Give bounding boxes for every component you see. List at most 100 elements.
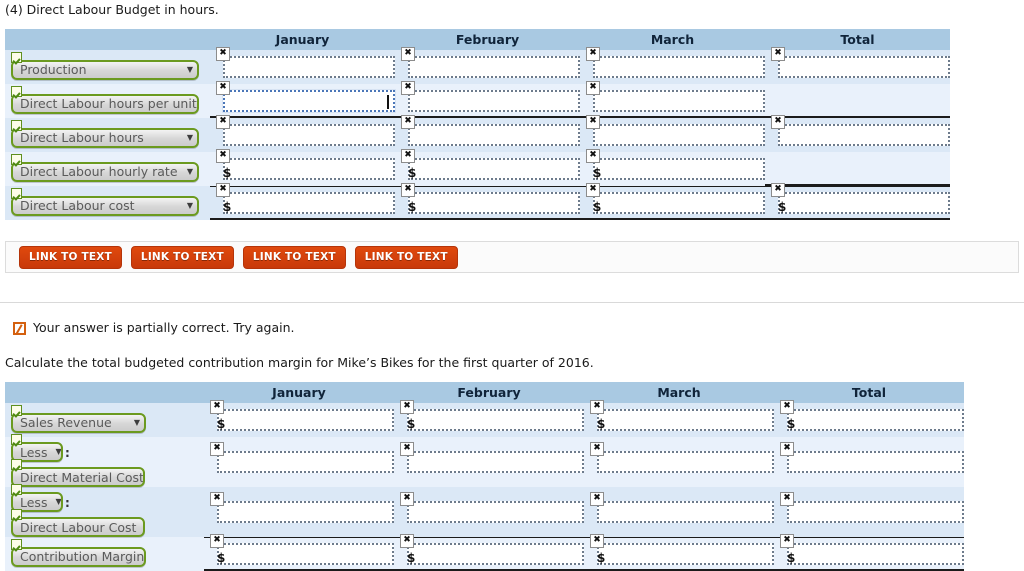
amount-input[interactable] (408, 124, 580, 146)
amount-input[interactable] (597, 451, 774, 473)
amount-input[interactable] (217, 501, 394, 523)
clear-field-icon[interactable]: ✖ (780, 534, 794, 548)
select-control[interactable]: Direct Labour Cost ▼ (11, 517, 145, 537)
select-control[interactable]: Direct Labour hourly rate ▼ (11, 161, 199, 182)
link-to-text-button[interactable]: LINK TO TEXT (354, 245, 458, 269)
clear-field-icon[interactable]: ✖ (401, 81, 415, 95)
amount-input[interactable] (593, 124, 765, 146)
account-select[interactable]: Direct Labour Cost ▼ (11, 509, 145, 537)
clear-field-icon[interactable]: ✖ (780, 492, 794, 506)
amount-input[interactable]: $ (593, 158, 765, 180)
link-to-text-button[interactable]: LINK TO TEXT (130, 245, 234, 269)
amount-cell (765, 152, 950, 186)
clear-field-icon[interactable]: ✖ (771, 47, 785, 61)
select-value: Direct Labour cost (20, 198, 135, 213)
select-control[interactable]: Direct Labour hours ▼ (11, 127, 199, 148)
section-top-prompt: (4) Direct Labour Budget in hours. (5, 2, 219, 17)
account-select[interactable]: Direct Labour hours ▼ (11, 119, 199, 148)
account-select[interactable]: Direct Labour cost ▼ (11, 187, 199, 216)
amount-input[interactable] (223, 124, 395, 146)
clear-field-icon[interactable]: ✖ (210, 534, 224, 548)
clear-field-icon[interactable]: ✖ (586, 115, 600, 129)
amount-input[interactable] (778, 56, 950, 78)
amount-input-wrapper: ✖ (400, 492, 584, 523)
amount-input[interactable] (787, 501, 964, 523)
account-select[interactable]: Sales Revenue ▼ (11, 404, 146, 433)
account-select[interactable]: Direct Material Cost▼ (11, 459, 145, 487)
select-control[interactable]: Direct Material Cost▼ (11, 467, 145, 487)
amount-input[interactable] (787, 451, 964, 473)
clear-field-icon[interactable]: ✖ (401, 149, 415, 163)
clear-field-icon[interactable]: ✖ (590, 492, 604, 506)
row-label-cell: Direct Labour cost ▼ (5, 186, 210, 220)
amount-input[interactable]: $ (407, 543, 584, 565)
clear-field-icon[interactable]: ✖ (210, 442, 224, 456)
select-control[interactable]: Production ▼ (11, 59, 199, 80)
clear-field-icon[interactable]: ✖ (210, 492, 224, 506)
clear-field-icon[interactable]: ✖ (210, 400, 224, 414)
link-to-text-button[interactable]: LINK TO TEXT (242, 245, 346, 269)
select-control[interactable]: Direct Labour hours per unit▼ (11, 93, 199, 114)
amount-input[interactable] (217, 451, 394, 473)
amount-input[interactable]: $ (787, 543, 964, 565)
account-select[interactable]: Direct Labour hourly rate ▼ (11, 153, 199, 182)
select-value: Direct Labour hours (20, 130, 144, 145)
amount-input[interactable] (407, 501, 584, 523)
clear-field-icon[interactable]: ✖ (400, 442, 414, 456)
clear-field-icon[interactable]: ✖ (590, 442, 604, 456)
amount-input[interactable] (593, 90, 765, 112)
clear-field-icon[interactable]: ✖ (586, 47, 600, 61)
separator: : (65, 495, 70, 510)
clear-field-icon[interactable]: ✖ (216, 81, 230, 95)
select-control[interactable]: Sales Revenue ▼ (11, 412, 146, 433)
clear-field-icon[interactable]: ✖ (400, 400, 414, 414)
clear-field-icon[interactable]: ✖ (590, 534, 604, 548)
amount-input[interactable] (408, 56, 580, 78)
clear-field-icon[interactable]: ✖ (586, 183, 600, 197)
amount-input[interactable]: $ (408, 158, 580, 180)
clear-field-icon[interactable]: ✖ (771, 115, 785, 129)
amount-input[interactable] (597, 501, 774, 523)
clear-field-icon[interactable]: ✖ (400, 534, 414, 548)
amount-input[interactable] (407, 451, 584, 473)
clear-field-icon[interactable]: ✖ (586, 149, 600, 163)
clear-field-icon[interactable]: ✖ (590, 400, 604, 414)
amount-input[interactable]: $ (597, 409, 774, 431)
amount-input[interactable]: $ (408, 192, 580, 214)
currency-symbol: $ (593, 200, 602, 214)
clear-field-icon[interactable]: ✖ (216, 115, 230, 129)
clear-field-icon[interactable]: ✖ (771, 183, 785, 197)
clear-field-icon[interactable]: ✖ (216, 149, 230, 163)
clear-field-icon[interactable]: ✖ (401, 183, 415, 197)
amount-input[interactable]: $ (778, 192, 950, 214)
clear-field-icon[interactable]: ✖ (586, 81, 600, 95)
amount-input[interactable]: $ (217, 409, 394, 431)
amount-input[interactable]: $ (217, 543, 394, 565)
table-row: Less ▼: Direct Labour Cost ▼ ✖ ✖ ✖ ✖ (5, 484, 964, 537)
clear-field-icon[interactable]: ✖ (401, 115, 415, 129)
amount-input[interactable] (408, 90, 580, 112)
amount-input[interactable]: $ (223, 192, 395, 214)
clear-field-icon[interactable]: ✖ (780, 442, 794, 456)
select-control[interactable]: Direct Labour cost ▼ (11, 195, 199, 216)
checkmark-badge-icon (11, 51, 22, 63)
amount-input[interactable]: $ (593, 192, 765, 214)
clear-field-icon[interactable]: ✖ (780, 400, 794, 414)
amount-input[interactable]: $ (407, 409, 584, 431)
clear-field-icon[interactable]: ✖ (401, 47, 415, 61)
amount-input[interactable] (223, 90, 395, 112)
clear-field-icon[interactable]: ✖ (400, 492, 414, 506)
link-to-text-button[interactable]: LINK TO TEXT (19, 245, 122, 269)
amount-input[interactable]: $ (787, 409, 964, 431)
currency-symbol: $ (778, 200, 787, 214)
account-select[interactable]: Production ▼ (11, 51, 199, 80)
amount-input[interactable] (223, 56, 395, 78)
account-select[interactable]: Direct Labour hours per unit▼ (11, 85, 199, 114)
amount-input[interactable] (593, 56, 765, 78)
amount-input[interactable] (778, 124, 950, 146)
amount-input[interactable]: $ (223, 158, 395, 180)
clear-field-icon[interactable]: ✖ (216, 183, 230, 197)
amount-cell: ✖ (765, 47, 950, 84)
amount-input[interactable]: $ (597, 543, 774, 565)
clear-field-icon[interactable]: ✖ (216, 47, 230, 61)
